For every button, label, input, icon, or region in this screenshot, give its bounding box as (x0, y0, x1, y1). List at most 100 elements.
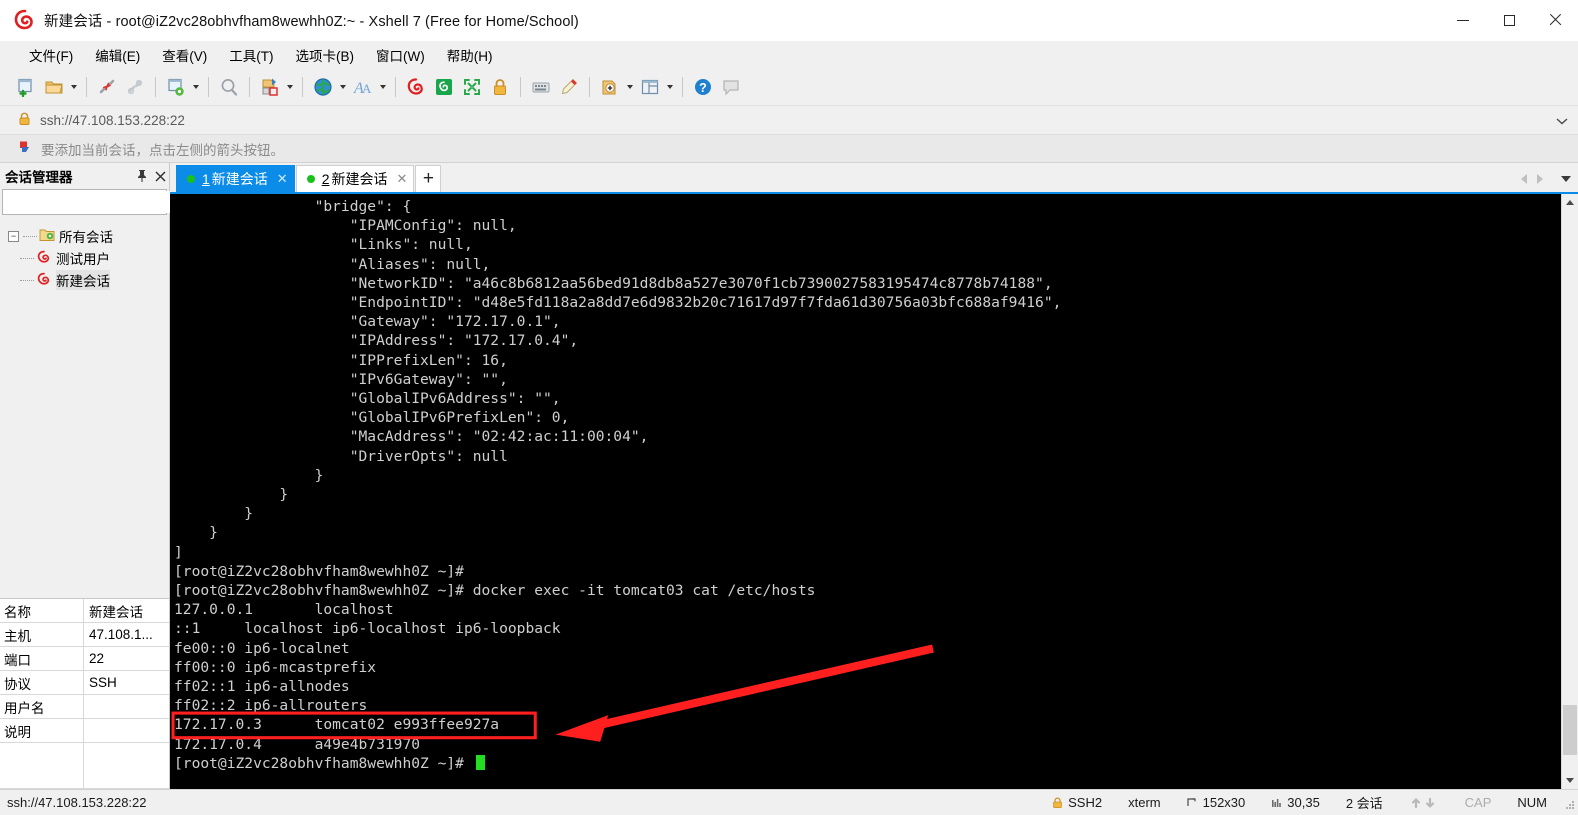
toolbar-separator (86, 77, 87, 97)
disconnect-icon[interactable] (93, 73, 121, 101)
minimize-button[interactable] (1440, 0, 1486, 41)
compose-chevron-down-icon[interactable] (624, 73, 636, 101)
scroll-track[interactable] (1562, 211, 1578, 772)
status-transfer-indicator (1409, 796, 1439, 809)
tab-session-1[interactable]: 1 新建会话 ✕ (176, 165, 295, 192)
lock-icon[interactable] (486, 73, 514, 101)
xshell-icon[interactable] (402, 73, 430, 101)
status-dot-icon (306, 175, 315, 183)
menu-help[interactable]: 帮助(H) (438, 42, 502, 68)
property-value: SSH (89, 675, 117, 690)
tree-label: 所有会话 (59, 230, 113, 245)
xftp-icon[interactable] (430, 73, 458, 101)
tab-bar: 1 新建会话 ✕ 2 新建会话 ✕ + (170, 163, 1578, 192)
status-protocol-label: SSH2 (1068, 795, 1103, 810)
session-icon (36, 250, 52, 267)
chevron-down-icon[interactable] (1558, 169, 1574, 189)
notice-text: 要添加当前会话，点击左侧的箭头按钮。 (41, 142, 284, 158)
scroll-up-button[interactable] (1562, 194, 1578, 211)
resize-grip[interactable] (1561, 796, 1575, 810)
tree-node-test-user[interactable]: 测试用户 (0, 247, 169, 269)
session-properties-chevron-down-icon[interactable] (190, 73, 202, 101)
session-search-box[interactable] (2, 189, 198, 215)
tree-node-all-sessions[interactable]: − 所有会话 (0, 225, 169, 247)
transfer-file-chevron-down-icon[interactable] (284, 73, 296, 101)
window-title: 新建会话 - root@iZ2vc28obhvfham8wewhh0Z:~ - … (44, 13, 579, 30)
address-bar[interactable]: ssh://47.108.153.228:22 (0, 105, 1578, 135)
highlight-icon[interactable] (555, 73, 583, 101)
fullscreen-icon[interactable] (458, 73, 486, 101)
toolbar-separator (208, 77, 209, 97)
help-icon[interactable]: ? (689, 73, 717, 101)
menu-file[interactable]: 文件(F) (20, 42, 82, 68)
tab-session-2[interactable]: 2 新建会话 ✕ (295, 165, 415, 192)
pin-icon[interactable] (133, 167, 151, 185)
menu-view[interactable]: 查看(V) (153, 42, 216, 68)
session-properties-icon[interactable] (162, 73, 190, 101)
tab-nav (1516, 165, 1578, 192)
tab-number: 2 (321, 171, 330, 187)
title-bar: 新建会话 - root@iZ2vc28obhvfham8wewhh0Z:~ - … (0, 0, 1578, 41)
menu-edit[interactable]: 编辑(E) (86, 42, 149, 68)
chevron-right-icon[interactable] (1532, 169, 1548, 189)
scroll-down-button[interactable] (1562, 772, 1578, 789)
open-folder-icon[interactable] (40, 73, 68, 101)
status-bar: ssh://47.108.153.228:22 SSH2 xterm 152x3… (0, 789, 1578, 815)
status-cap: CAP (1464, 795, 1492, 810)
tree-node-new-session[interactable]: 新建会话 (0, 269, 169, 291)
chevron-left-icon[interactable] (1516, 169, 1532, 189)
keyboard-icon[interactable] (527, 73, 555, 101)
svg-text:A: A (362, 81, 372, 96)
find-icon[interactable] (215, 73, 243, 101)
xshell-window: 新建会话 - root@iZ2vc28obhvfham8wewhh0Z:~ - … (0, 0, 1578, 815)
transfer-file-icon[interactable] (256, 73, 284, 101)
new-tab-button[interactable]: + (415, 165, 442, 192)
property-key: 说明 (0, 719, 84, 742)
font-chevron-down-icon[interactable] (377, 73, 389, 101)
terminal-output: "bridge": { "IPAMConfig": null, "Links":… (174, 198, 1062, 772)
toolbar-separator (520, 77, 521, 97)
property-value: 22 (89, 651, 105, 666)
tab-close-icon[interactable]: ✕ (277, 171, 288, 187)
status-terminal-type: xterm (1128, 795, 1161, 810)
tree-label: 测试用户 (56, 252, 110, 267)
terminal-screen[interactable]: "bridge": { "IPAMConfig": null, "Links":… (170, 194, 1561, 789)
toolbar-separator (302, 77, 303, 97)
globe-chevron-down-icon[interactable] (337, 73, 349, 101)
open-folder-chevron-down-icon[interactable] (68, 73, 80, 101)
session-search-input[interactable] (3, 191, 183, 213)
menu-tools[interactable]: 工具(T) (220, 42, 282, 68)
new-session-icon[interactable] (12, 73, 40, 101)
toolbar-separator (589, 77, 590, 97)
layout-chevron-down-icon[interactable] (664, 73, 676, 101)
app-logo-icon (14, 9, 36, 31)
collapse-icon[interactable]: − (8, 230, 19, 242)
compose-icon[interactable] (596, 73, 624, 101)
session-properties-table: 名称 新建会话 主机 47.108.1... 端口 22 协议 SSH 用户名 (0, 598, 169, 789)
tab-label: 新建会话 (211, 171, 268, 187)
address-chevron-down-icon[interactable] (1556, 113, 1568, 128)
cursor-pos-icon (1271, 797, 1282, 809)
layout-icon[interactable] (636, 73, 664, 101)
table-row-empty (0, 743, 169, 789)
table-row: 协议 SSH (0, 671, 169, 695)
status-num: NUM (1517, 795, 1547, 810)
maximize-button[interactable] (1486, 0, 1532, 41)
globe-icon[interactable] (309, 73, 337, 101)
property-key: 用户名 (0, 695, 84, 718)
reconnect-icon[interactable] (121, 73, 149, 101)
arrow-flag-icon[interactable] (18, 140, 32, 157)
font-icon[interactable]: AA (349, 73, 377, 101)
toolbar-separator (249, 77, 250, 97)
comment-icon[interactable] (717, 73, 745, 101)
menu-window[interactable]: 窗口(W) (367, 42, 434, 68)
add-session-notice: 要添加当前会话，点击左侧的箭头按钮。 (0, 135, 1578, 163)
property-value: 新建会话 (89, 604, 143, 620)
close-button[interactable] (1532, 0, 1578, 41)
menu-tab[interactable]: 选项卡(B) (287, 42, 364, 68)
tab-close-icon[interactable]: ✕ (397, 171, 408, 187)
tab-label: 新建会话 (331, 171, 388, 187)
scroll-thumb[interactable] (1563, 704, 1577, 756)
close-panel-icon[interactable] (151, 167, 169, 185)
terminal-scrollbar[interactable] (1561, 194, 1578, 789)
